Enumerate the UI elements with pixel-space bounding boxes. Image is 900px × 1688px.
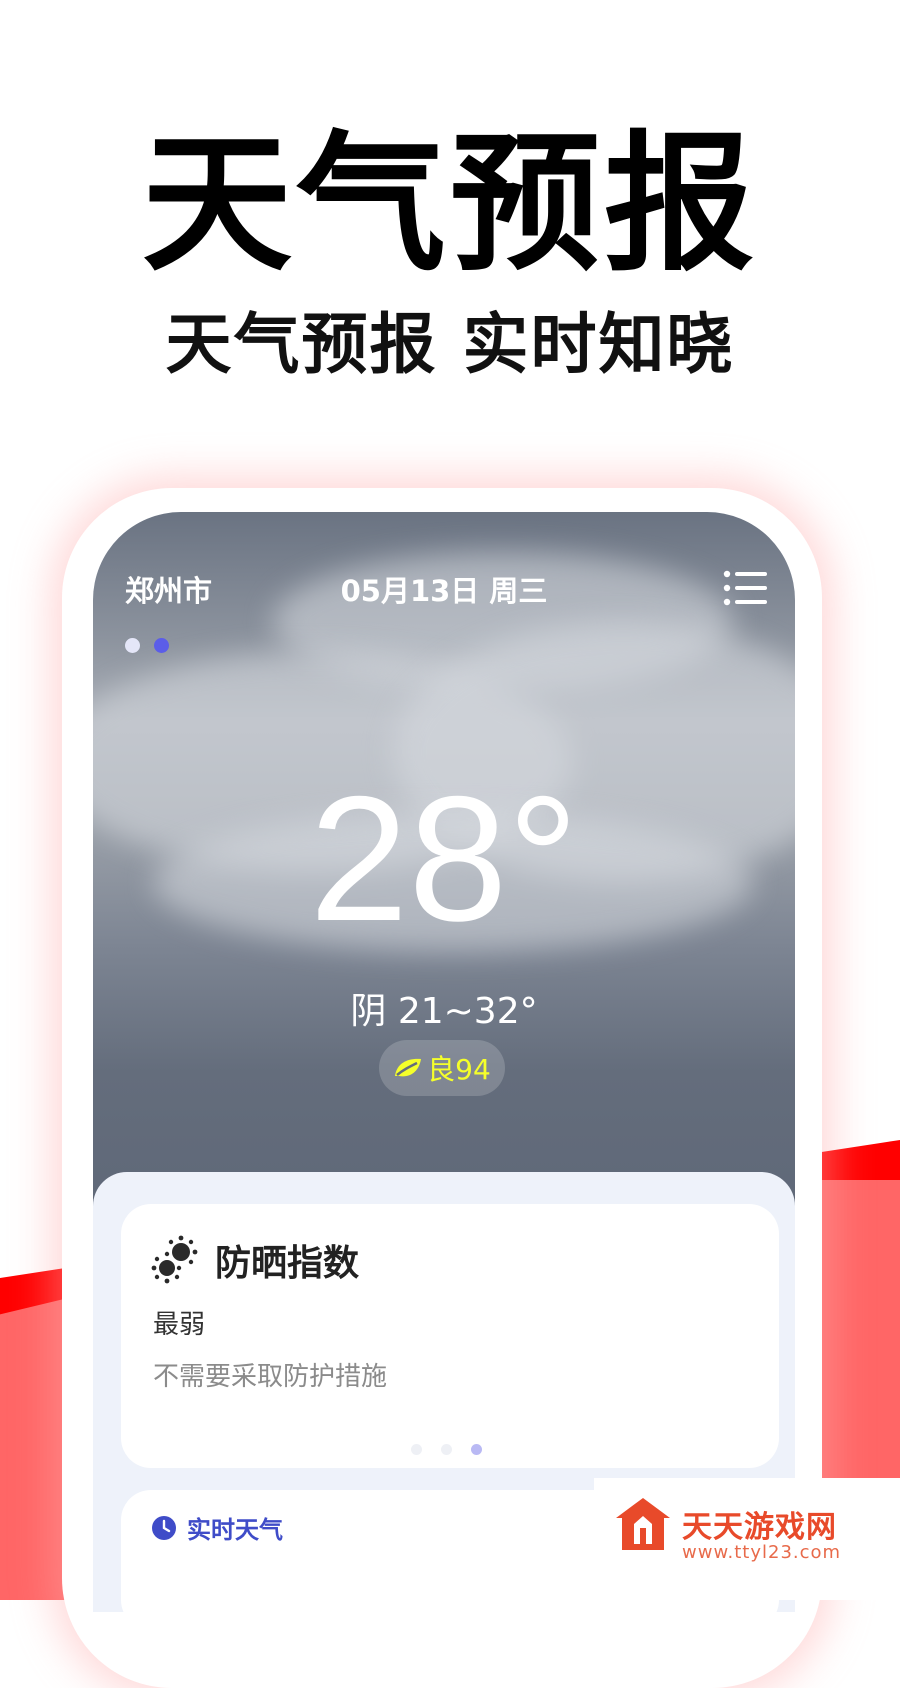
carousel-dot-active[interactable] [471,1444,483,1455]
promo-title: 天气预报 [141,118,758,292]
carousel-dot[interactable] [441,1444,453,1455]
date-label: 05月13日 周三 [340,574,548,608]
promo-subtitle: 天气预报 实时知晓 [165,306,735,383]
condition-range: 阴 21~32° [350,991,538,1032]
aqi-value: 良94 [427,1053,491,1086]
page-dot-active[interactable] [154,638,170,653]
realtime-weather-title: 实时天气 [187,1516,283,1544]
sunscreen-description: 不需要采取防护措施 [153,1362,388,1392]
card-carousel-indicator [411,1440,496,1459]
sunscreen-card-title: 防晒指数 [215,1243,360,1284]
leaf-icon [395,1058,422,1077]
menu-icon[interactable] [723,570,769,606]
watermark: 天天游戏网 www.ttyl23.com [594,1478,900,1600]
watermark-url: www.ttyl23.com [682,1542,842,1563]
aqi-badge[interactable]: 良94 [379,1040,505,1096]
sunscreen-card[interactable]: 防晒指数 最弱 不需要采取防护措施 [121,1204,779,1468]
house-logo-icon [616,1498,670,1550]
carousel-dot[interactable] [411,1444,422,1455]
sunscreen-card-header: 防晒指数 [151,1234,359,1286]
city-page-indicator [125,638,178,657]
top-bar: 郑州市 05月13日 周三 [93,568,795,608]
clock-icon [152,1515,176,1540]
realtime-weather-header: 实时天气 [151,1510,283,1545]
sunscreen-level: 最弱 [153,1310,206,1340]
phone-screen: 郑州市 05月13日 周三 28° 阴 21~32° 良94 防晒指数 最弱 不… [93,512,795,1612]
page-dot[interactable] [125,638,140,653]
sun-cluster-icon [151,1235,198,1284]
current-temperature: 28° [309,759,579,958]
watermark-name: 天天游戏网 [682,1510,837,1545]
